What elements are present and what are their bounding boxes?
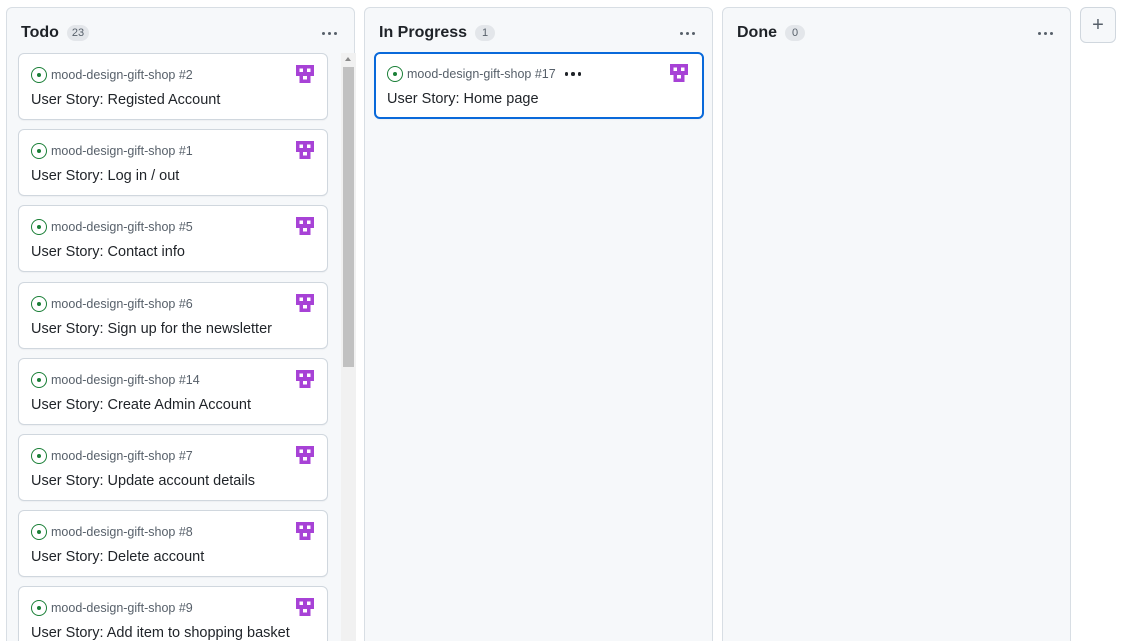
issue-card-selected[interactable]: mood-design-gift-shop #17 User Story: Ho…	[374, 52, 704, 119]
issue-opened-icon	[31, 600, 47, 616]
add-column-button[interactable]: +	[1080, 7, 1116, 43]
issue-card[interactable]: mood-design-gift-shop #1 User Story: Log…	[18, 129, 328, 196]
card-repo[interactable]: mood-design-gift-shop #14	[51, 373, 200, 387]
assignee-avatar[interactable]	[670, 64, 688, 82]
column-header: In Progress 1	[379, 22, 702, 44]
card-repo[interactable]: mood-design-gift-shop #17	[407, 67, 556, 81]
column-scrollbar[interactable]	[341, 53, 356, 641]
card-repo[interactable]: mood-design-gift-shop #6	[51, 297, 193, 311]
issue-opened-icon	[31, 67, 47, 83]
issue-opened-icon	[387, 66, 403, 82]
card-repo[interactable]: mood-design-gift-shop #5	[51, 220, 193, 234]
assignee-avatar[interactable]	[296, 141, 314, 159]
scroll-thumb[interactable]	[343, 67, 354, 367]
card-title[interactable]: User Story: Sign up for the newsletter	[31, 321, 272, 337]
card-repo[interactable]: mood-design-gift-shop #7	[51, 449, 193, 463]
assignee-avatar[interactable]	[296, 217, 314, 235]
card-repo[interactable]: mood-design-gift-shop #1	[51, 144, 193, 158]
column-menu-button[interactable]	[1032, 22, 1058, 44]
project-board: Todo 23 mood-design-gift-shop #2 User St…	[0, 0, 1126, 641]
assignee-avatar[interactable]	[296, 446, 314, 464]
card-repo[interactable]: mood-design-gift-shop #8	[51, 525, 193, 539]
kebab-horizontal-icon	[679, 31, 683, 35]
scroll-up-arrow-icon[interactable]	[345, 57, 351, 61]
card-title[interactable]: User Story: Home page	[387, 91, 539, 107]
assignee-avatar[interactable]	[296, 370, 314, 388]
issue-card[interactable]: mood-design-gift-shop #8 User Story: Del…	[18, 510, 328, 577]
column-count-badge: 1	[475, 25, 496, 41]
column-in-progress: In Progress 1 mood-design-gift-shop #17 …	[364, 7, 713, 641]
issue-card[interactable]: mood-design-gift-shop #14 User Story: Cr…	[18, 358, 328, 425]
column-header: Done 0	[737, 22, 1060, 44]
issue-card[interactable]: mood-design-gift-shop #5 User Story: Con…	[18, 205, 328, 272]
assignee-avatar[interactable]	[296, 598, 314, 616]
card-title[interactable]: User Story: Contact info	[31, 244, 185, 260]
column-title: Done	[737, 24, 777, 41]
column-header: Todo 23	[21, 22, 344, 44]
issue-opened-icon	[31, 448, 47, 464]
issue-opened-icon	[31, 143, 47, 159]
assignee-avatar[interactable]	[296, 294, 314, 312]
column-title: In Progress	[379, 24, 468, 41]
card-title[interactable]: User Story: Log in / out	[31, 168, 179, 184]
assignee-avatar[interactable]	[296, 65, 314, 83]
issue-opened-icon	[31, 296, 47, 312]
column-todo: Todo 23 mood-design-gift-shop #2 User St…	[6, 7, 356, 641]
card-title[interactable]: User Story: Registed Account	[31, 92, 220, 108]
kebab-horizontal-icon	[321, 31, 325, 35]
card-repo[interactable]: mood-design-gift-shop #2	[51, 68, 193, 82]
issue-card[interactable]: mood-design-gift-shop #9 User Story: Add…	[18, 586, 328, 641]
column-count-badge: 0	[785, 25, 805, 41]
card-repo[interactable]: mood-design-gift-shop #9	[51, 601, 193, 615]
card-title[interactable]: User Story: Delete account	[31, 549, 204, 565]
issue-card[interactable]: mood-design-gift-shop #2 User Story: Reg…	[18, 53, 328, 120]
issue-card[interactable]: mood-design-gift-shop #6 User Story: Sig…	[18, 282, 328, 349]
column-menu-button[interactable]	[674, 22, 700, 44]
card-menu-button[interactable]	[564, 66, 582, 82]
column-menu-button[interactable]	[316, 22, 342, 44]
card-title[interactable]: User Story: Create Admin Account	[31, 397, 251, 413]
kebab-horizontal-icon	[1037, 31, 1041, 35]
card-title[interactable]: User Story: Update account details	[31, 473, 255, 489]
column-count-badge: 23	[66, 25, 90, 41]
issue-opened-icon	[31, 219, 47, 235]
column-title: Todo	[21, 24, 59, 41]
issue-card[interactable]: mood-design-gift-shop #7 User Story: Upd…	[18, 434, 328, 501]
column-done: Done 0	[722, 7, 1071, 641]
card-title[interactable]: User Story: Add item to shopping basket	[31, 625, 290, 641]
issue-opened-icon	[31, 372, 47, 388]
issue-opened-icon	[31, 524, 47, 540]
assignee-avatar[interactable]	[296, 522, 314, 540]
